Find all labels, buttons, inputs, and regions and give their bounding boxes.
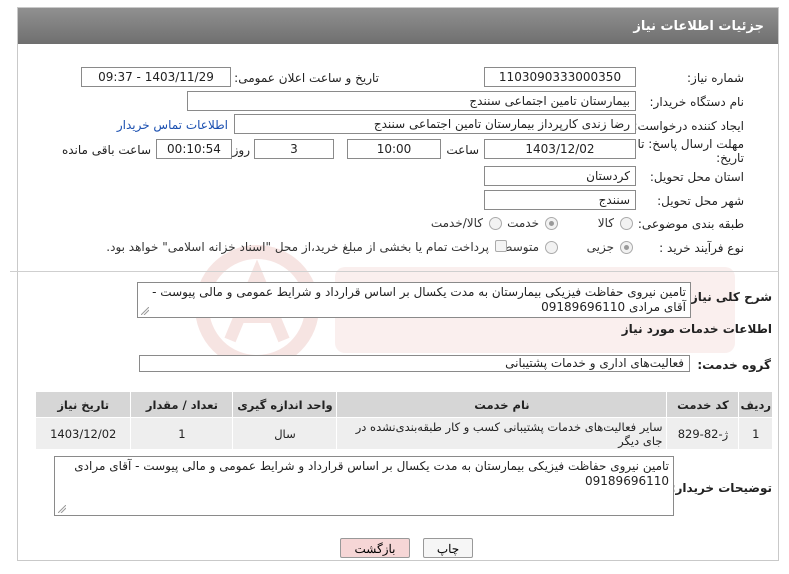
remaining-time-field: 00:10:54 <box>156 139 232 159</box>
announce-datetime-field: 1403/11/29 - 09:37 <box>81 67 231 87</box>
summary-label: شرح کلی نیاز: <box>686 290 772 304</box>
deadline-time-field: 10:00 <box>347 139 441 159</box>
buyer-notes-text: تامین نیروی حفاظت فیزیکی بیمارستان به مد… <box>74 459 669 488</box>
city-field: سنندج <box>484 190 636 210</box>
services-section-title: اطلاعات خدمات مورد نیاز <box>621 322 772 336</box>
buyer-org-label: نام دستگاه خریدار: <box>649 95 745 109</box>
buyer-notes-textarea[interactable]: تامین نیروی حفاظت فیزیکی بیمارستان به مد… <box>54 456 674 516</box>
panel-header: جزئیات اطلاعات نیاز <box>18 8 778 44</box>
cell-unit: سال <box>232 417 338 450</box>
purchase-type-label: نوع فرآیند خرید : <box>659 241 744 255</box>
summary-textarea[interactable]: تامین نیروی حفاظت فیزیکی بیمارستان به مد… <box>137 282 691 318</box>
cell-qty: 1 <box>130 417 234 450</box>
purchase-type-radio-minor[interactable] <box>620 241 633 254</box>
need-number-field: 1103090333000350 <box>484 67 636 87</box>
purchase-type-radio-medium[interactable] <box>545 241 558 254</box>
summary-text: تامین نیروی حفاظت فیزیکی بیمارستان به مد… <box>152 285 686 314</box>
requester-field: رضا زندی کارپرداز بیمارستان تامین اجتماع… <box>234 114 636 134</box>
remaining-days-field: 3 <box>254 139 334 159</box>
province-label: استان محل تحویل: <box>649 170 744 184</box>
buyer-contact-link[interactable]: اطلاعات تماس خریدار <box>117 118 228 132</box>
announce-datetime-label: تاریخ و ساعت اعلان عمومی: <box>234 71 379 85</box>
cell-code: ژ-82-829 <box>666 417 740 450</box>
deadline-date-field: 1403/12/02 <box>484 139 636 159</box>
category-option-goods: کالا <box>597 216 614 230</box>
section-divider <box>10 271 779 272</box>
treasury-checkbox[interactable] <box>495 240 507 252</box>
services-table: ردیف کد خدمت نام خدمت واحد اندازه گیری ت… <box>34 391 773 450</box>
treasury-note: پرداخت تمام یا بخشی از مبلغ خرید،از محل … <box>106 240 489 254</box>
resize-handle-icon[interactable] <box>141 307 149 315</box>
col-header-code: کد خدمت <box>666 391 740 418</box>
deadline-time-label: ساعت <box>446 143 479 157</box>
category-radio-goods[interactable] <box>620 217 633 230</box>
buyer-notes-label: توضیحات خریدار: <box>670 481 772 495</box>
col-header-qty: تعداد / مقدار <box>130 391 234 418</box>
cell-name: سایر فعالیت‌های خدمات پشتیبانی کسب و کار… <box>336 417 668 450</box>
buyer-org-field: بیمارستان تامین اجتماعی سنندج <box>187 91 636 111</box>
print-button[interactable]: چاپ <box>423 538 473 558</box>
category-option-service: خدمت <box>507 216 539 230</box>
service-group-field: فعالیت‌های اداری و خدمات پشتیبانی <box>139 355 690 372</box>
service-group-label: گروه خدمت: <box>697 358 771 372</box>
deadline-label-line2: تاریخ: <box>716 151 744 165</box>
table-row: 1 ژ-82-829 سایر فعالیت‌های خدمات پشتیبان… <box>34 417 773 450</box>
province-field: کردستان <box>484 166 636 186</box>
category-label: طبقه بندی موضوعی: <box>637 217 744 231</box>
resize-handle-icon[interactable] <box>58 505 66 513</box>
deadline-label-line1: مهلت ارسال پاسخ: تا <box>637 137 744 151</box>
category-radio-goods-service[interactable] <box>489 217 502 230</box>
col-header-date: تاریخ نیاز <box>34 391 132 418</box>
cell-row: 1 <box>738 417 773 450</box>
city-label: شهر محل تحویل: <box>657 194 744 208</box>
col-header-name: نام خدمت <box>336 391 668 418</box>
purchase-type-option-minor: جزیی <box>586 240 614 254</box>
col-header-row: ردیف <box>738 391 773 418</box>
requester-label: ایجاد کننده درخواست: <box>633 119 744 133</box>
page-title: جزئیات اطلاعات نیاز <box>633 18 764 34</box>
col-header-unit: واحد اندازه گیری <box>232 391 338 418</box>
need-number-label: شماره نیاز: <box>687 71 744 85</box>
category-option-goods-service: کالا/خدمت <box>430 216 483 230</box>
category-radio-service[interactable] <box>545 217 558 230</box>
back-button[interactable]: بازگشت <box>340 538 410 558</box>
cell-date: 1403/12/02 <box>34 417 132 450</box>
remaining-time-label: ساعت باقی مانده <box>61 143 151 157</box>
